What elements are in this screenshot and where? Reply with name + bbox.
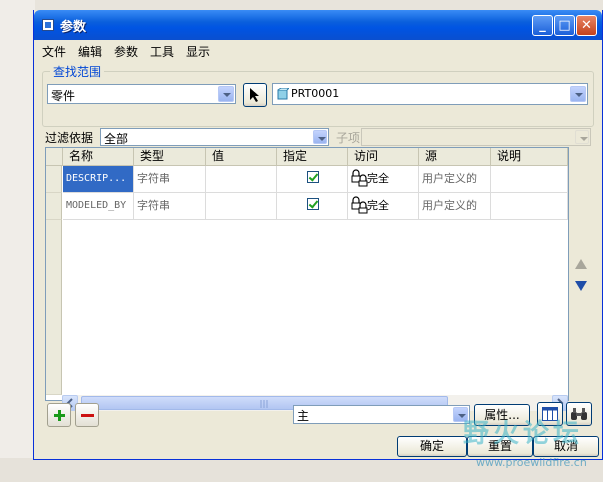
column-header-type[interactable]: 类型 [134,148,206,166]
column-header-name[interactable]: 名称 [63,148,134,166]
desktop-background [0,0,35,482]
ok-button[interactable]: 确定 [397,436,467,457]
model-select-value: PRT0001 [291,87,340,100]
cell-name[interactable]: DESCRIP... [63,166,134,193]
access-text: 完全 [367,172,389,185]
cell-access[interactable]: 完全 [348,193,419,220]
column-header-designated[interactable]: 指定 [277,148,348,166]
main-select-value: 主 [297,409,310,423]
chevron-down-icon[interactable] [218,86,234,102]
app-icon [42,19,54,31]
filter-label: 过滤依据 [45,131,94,145]
scope-select[interactable]: 零件 [47,84,236,104]
part-icon [277,88,289,100]
cell-source[interactable]: 用户定义的 [419,166,491,193]
row-header[interactable] [46,166,62,193]
table-corner [46,148,63,166]
scope-select-value: 零件 [51,89,76,103]
menu-display[interactable]: 显示 [186,43,210,60]
grip-icon [260,400,268,408]
cell-type[interactable]: 字符串 [134,166,206,193]
chevron-down-icon[interactable] [570,86,586,102]
column-header-access[interactable]: 访问 [348,148,419,166]
filter-select-value: 全部 [104,132,129,146]
main-select[interactable]: 主 [293,405,470,424]
cell-designated[interactable] [277,166,348,193]
add-parameter-button[interactable] [47,403,71,427]
window-title: 参数 [60,20,87,35]
menu-parameters[interactable]: 参数 [114,43,138,60]
watermark-logo-text: 野火论坛 [463,419,584,449]
select-model-button[interactable] [243,83,267,107]
lookup-group-label: 查找范围 [50,63,105,80]
menu-edit[interactable]: 编辑 [78,43,102,60]
cell-value[interactable] [206,193,277,220]
cell-designated[interactable] [277,193,348,220]
designated-checkbox[interactable] [307,198,319,210]
pointer-icon [250,88,259,102]
parameters-dialog: 参数 _ □ ✕ 文件 编辑 参数 工具 显示 查找范围 零件 PRT0001 … [33,10,603,460]
cell-description[interactable] [491,193,568,220]
cell-access[interactable]: 完全 [348,166,419,193]
column-header-source[interactable]: 源 [419,148,491,166]
parameters-table: 名称 类型 值 指定 访问 源 说明 DESCRIP... 字符串 完全 用户定… [45,147,569,411]
cell-value[interactable] [206,166,277,193]
move-up-icon[interactable] [574,258,588,270]
child-label: 子项 [336,131,361,145]
column-header-description[interactable]: 说明 [491,148,568,166]
menu-file[interactable]: 文件 [42,43,66,60]
title-bar[interactable]: 参数 _ □ ✕ [34,10,602,40]
child-select[interactable] [361,128,591,146]
maximize-button[interactable]: □ [554,15,575,36]
watermark-url: www.proewildfire.cn [476,456,587,469]
menu-tools[interactable]: 工具 [150,43,174,60]
menu-bar: 文件 编辑 参数 工具 显示 [34,40,602,60]
move-down-icon[interactable] [574,280,588,292]
filter-select[interactable]: 全部 [100,128,329,146]
access-text: 完全 [367,199,389,212]
close-button[interactable]: ✕ [576,15,597,36]
column-header-value[interactable]: 值 [206,148,277,166]
row-header[interactable] [46,193,62,220]
remove-parameter-button[interactable] [75,403,99,427]
designated-checkbox[interactable] [307,171,319,183]
cell-type[interactable]: 字符串 [134,193,206,220]
cell-description[interactable] [491,166,568,193]
minimize-button[interactable]: _ [532,15,553,36]
chevron-down-icon [575,130,589,144]
cell-name[interactable]: MODELED_BY [63,193,134,220]
chevron-down-icon[interactable] [313,130,327,144]
cell-source[interactable]: 用户定义的 [419,193,491,220]
model-select[interactable]: PRT0001 [272,83,588,105]
